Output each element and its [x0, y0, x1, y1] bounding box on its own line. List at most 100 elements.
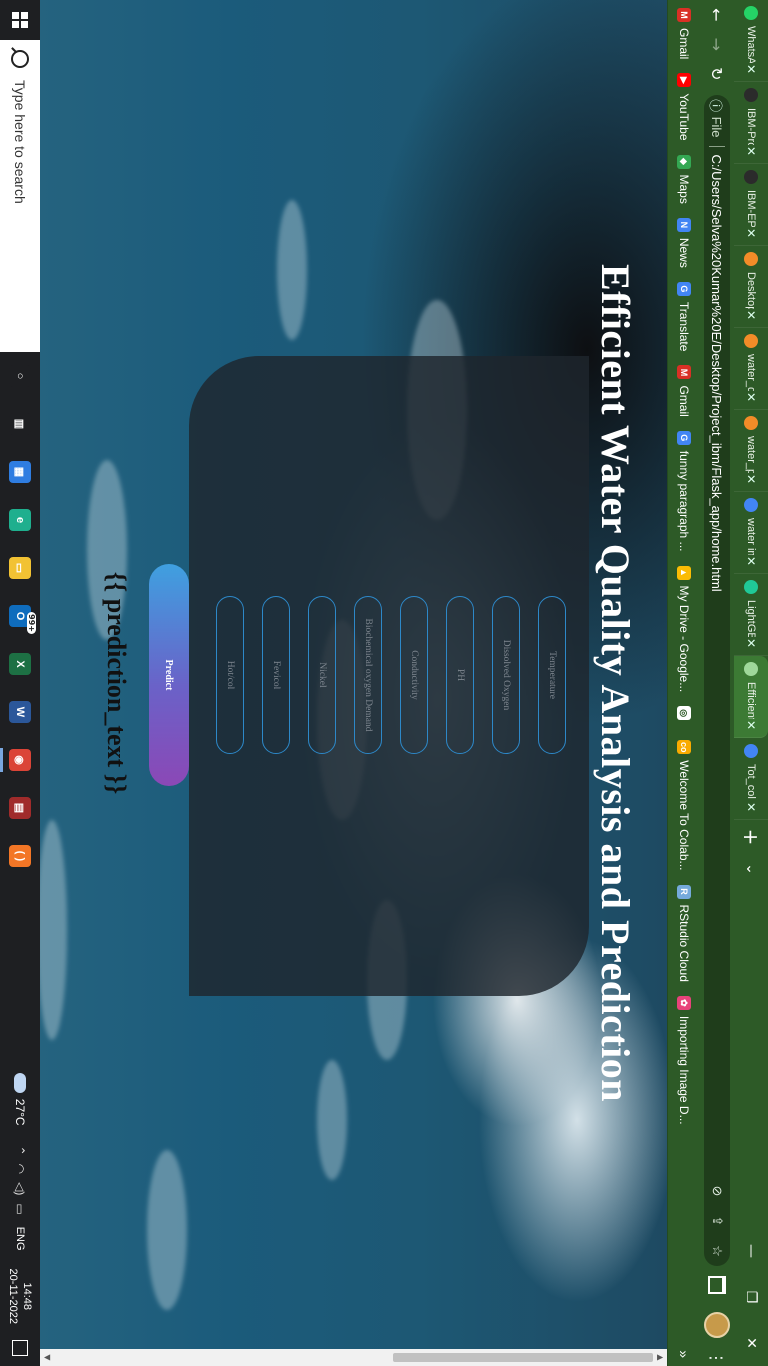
browser-tab[interactable]: IBM-Pro ✕ — [734, 82, 768, 164]
bookmark-item[interactable]: R RStudio Cloud — [677, 884, 691, 982]
taskbar-chrome-button[interactable]: ◉ — [0, 736, 40, 784]
browser-tab[interactable]: Efficient ✕ — [734, 656, 768, 738]
word-icon: W — [9, 701, 31, 723]
close-window-icon[interactable]: ✕ — [734, 1320, 768, 1366]
browser-tab[interactable]: LightGB ✕ — [734, 574, 768, 656]
input-field[interactable]: Conductivity — [400, 596, 428, 754]
bookmark-item[interactable]: ◆ Maps — [677, 154, 691, 204]
weather-widget[interactable]: 27°C — [13, 1072, 27, 1126]
bookmark-item[interactable]: M Gmail — [677, 8, 691, 59]
browser-tab[interactable]: water_d ✕ — [734, 328, 768, 410]
input-field[interactable]: Fevicol — [262, 596, 290, 754]
input-field[interactable]: Biochemical oxygen Demand — [354, 596, 382, 754]
bookmark-item[interactable]: ◎ — [677, 706, 691, 726]
input-field[interactable]: Hot/col — [216, 596, 244, 754]
tab-search-icon[interactable]: ⌄ — [734, 854, 768, 884]
input-field[interactable]: PH — [446, 596, 474, 754]
scroll-down-icon[interactable]: ▼ — [40, 1349, 54, 1366]
tab-close-icon[interactable]: ✕ — [744, 719, 758, 731]
tab-close-icon[interactable]: ✕ — [744, 145, 758, 157]
tab-close-icon[interactable]: ✕ — [744, 555, 758, 567]
toolbar-right: ⋮ — [704, 1266, 730, 1366]
language-indicator[interactable]: ENG — [14, 1227, 26, 1251]
bookmark-item[interactable]: N News — [677, 217, 691, 268]
taskbar-winrar-button[interactable]: ▤ — [0, 784, 40, 832]
taskbar-excel-button[interactable]: X — [0, 640, 40, 688]
browser-tab[interactable]: WhatsAp ✕ — [734, 0, 768, 82]
tab-favicon-icon — [744, 334, 758, 348]
scrollbar-thumb[interactable] — [393, 1353, 653, 1362]
taskbar-edge-button[interactable]: e — [0, 496, 40, 544]
predict-button[interactable]: Predict — [149, 564, 189, 786]
share-icon[interactable]: ⇪ — [709, 1206, 725, 1236]
menu-dots-icon[interactable]: ⋮ — [708, 1350, 727, 1366]
browser-tab[interactable]: water im ✕ — [734, 492, 768, 574]
taskbar-jupyter-button[interactable]: ( ) — [0, 832, 40, 880]
notifications-icon[interactable] — [12, 1340, 28, 1356]
browser-tab[interactable]: water_p ✕ — [734, 410, 768, 492]
back-icon[interactable]: ← — [702, 0, 732, 30]
taskbar-task-view-button[interactable]: ○ — [0, 352, 40, 400]
chrome-icon: ◉ — [9, 749, 31, 771]
water-foam-texture — [40, 820, 67, 1040]
bookmark-item[interactable]: M Gmail — [677, 365, 691, 417]
input-field[interactable]: Dissolved Oxygen — [492, 596, 520, 754]
bookmark-item[interactable]: G Translate — [677, 281, 691, 351]
tab-title: water_d — [745, 354, 757, 391]
omnibox[interactable]: ⓘ File C:/Users/Selva%20Kumar%20E/Deskto… — [704, 94, 730, 1266]
bookmark-item[interactable]: co Welcome To Colab... — [677, 740, 691, 871]
tab-close-icon[interactable]: ✕ — [744, 227, 758, 239]
bookmarks-overflow-icon[interactable]: » — [676, 1350, 692, 1358]
search-highlight-image[interactable] — [0, 270, 40, 352]
tab-close-icon[interactable]: ✕ — [744, 63, 758, 75]
tab-title: LightGB — [745, 600, 757, 637]
new-tab-button[interactable]: + — [734, 820, 768, 854]
zoom-icon[interactable]: ⊘ — [709, 1176, 725, 1206]
tab-close-icon[interactable]: ✕ — [744, 637, 758, 649]
taskbar-store-button[interactable]: ▦ — [0, 448, 40, 496]
clock[interactable]: 14:48 20-11-2022 — [6, 1269, 34, 1324]
bookmark-item[interactable]: Gfunny paragraph ... — [677, 430, 691, 552]
vertical-scrollbar[interactable]: ▲ ▼ — [40, 1349, 667, 1366]
bookmark-item[interactable]: ✿ Importing Image D... — [677, 995, 691, 1125]
tab-close-icon[interactable]: ✕ — [744, 801, 758, 813]
forward-icon[interactable]: → — [702, 30, 732, 60]
bookmark-favicon-icon: ▶ — [677, 73, 691, 88]
browser-tab[interactable]: Tot_col ✕ — [734, 738, 768, 820]
input-field[interactable]: Nickel — [308, 596, 336, 754]
info-icon[interactable]: ⓘ — [708, 95, 727, 117]
browser-tab[interactable]: IBM-EPB ✕ — [734, 164, 768, 246]
taskbar-file-explorer-button[interactable]: ▭ — [0, 544, 40, 592]
wifi-icon[interactable]: ◠ — [13, 1164, 27, 1174]
form-fields: Temperature Dissolved Oxygen PH Conductivit… — [216, 0, 667, 754]
battery-icon[interactable]: ▭ — [13, 1203, 27, 1214]
profile-avatar[interactable] — [704, 1312, 730, 1338]
input-field[interactable]: Temperature — [538, 596, 566, 754]
file-explorer-icon: ▭ — [9, 557, 31, 579]
volume-icon[interactable]: ◁) — [13, 1182, 27, 1195]
bookmark-item[interactable]: ▲ My Drive - Google... — [677, 565, 691, 692]
taskbar-word-button[interactable]: W — [0, 688, 40, 736]
scroll-up-icon[interactable]: ▲ — [653, 1349, 667, 1366]
minimize-icon[interactable]: — — [734, 1228, 768, 1274]
tab-favicon-icon — [744, 88, 758, 102]
temperature: 27°C — [13, 1098, 27, 1126]
bookmark-star-icon[interactable]: ☆ — [709, 1236, 725, 1266]
url-text[interactable]: C:/Users/Selva%20Kumar%20E/Desktop/Proje… — [710, 155, 725, 1176]
tab-favicon-icon — [744, 416, 758, 430]
chevron-up-icon[interactable]: ⌃ — [13, 1146, 27, 1156]
tab-close-icon[interactable]: ✕ — [744, 473, 758, 485]
notification-badge: 99+ — [27, 612, 36, 634]
side-panel-icon[interactable] — [708, 1276, 726, 1294]
system-tray: 27°C ⌃ ◠ ◁) ▭ ENG 14:48 20-11-2022 — [0, 1072, 40, 1366]
start-button[interactable] — [0, 0, 40, 40]
tab-close-icon[interactable]: ✕ — [744, 391, 758, 403]
tab-close-icon[interactable]: ✕ — [744, 309, 758, 321]
taskbar-search[interactable]: Type here to search — [0, 40, 40, 270]
restore-icon[interactable]: ❐ — [734, 1274, 768, 1320]
reload-icon[interactable]: ↻ — [702, 59, 732, 89]
taskbar-widgets-button[interactable]: ▥ — [0, 400, 40, 448]
taskbar-outlook-button[interactable]: O 99+ — [0, 592, 40, 640]
bookmark-item[interactable]: ▶ YouTube — [677, 73, 691, 141]
browser-tab[interactable]: Desktop ✕ — [734, 246, 768, 328]
